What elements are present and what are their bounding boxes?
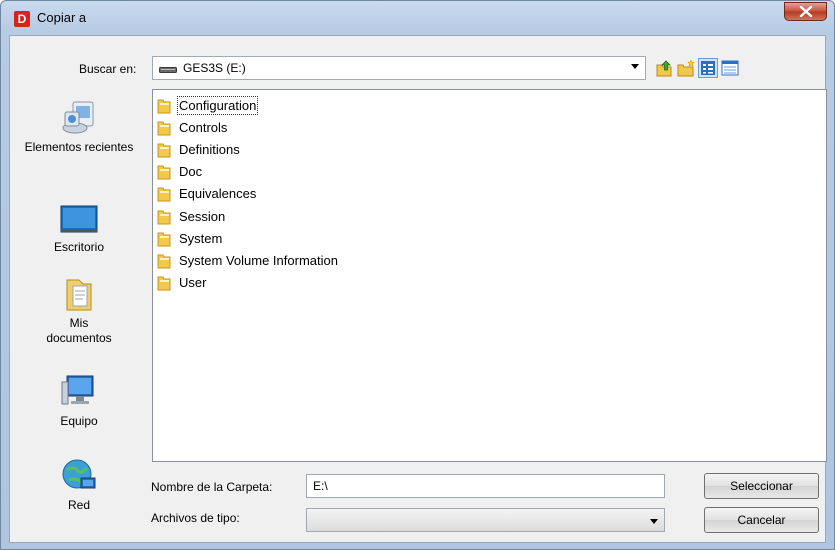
new-folder-icon [677, 59, 695, 77]
place-computer[interactable]: Equipo [10, 372, 148, 429]
folder-icon [157, 232, 171, 247]
up-folder-button[interactable] [654, 58, 674, 78]
list-item-label: Session [179, 209, 226, 224]
computer-icon [61, 375, 94, 405]
list-item-label: Controls [179, 120, 228, 135]
place-label: Equipo [60, 414, 98, 428]
details-view-button[interactable] [720, 58, 740, 78]
list-item-label: Definitions [179, 142, 240, 157]
chevron-down-icon [650, 519, 658, 524]
look-in-value: GES3S (E:) [183, 61, 246, 75]
list-item-label: System [179, 231, 223, 246]
list-item-label: System Volume Information [179, 253, 338, 268]
file-type-label: Archivos de tipo: [151, 511, 240, 525]
list-item-label: Doc [179, 164, 203, 179]
folder-icon [157, 210, 171, 225]
folder-list[interactable]: Configuration Controls Definitions Doc E… [152, 89, 827, 462]
place-label: Escritorio [53, 240, 104, 254]
place-network[interactable]: Red [10, 456, 148, 513]
up-folder-icon [656, 60, 672, 77]
folder-icon [157, 276, 171, 291]
title-bar[interactable]: D Copiar a [1, 1, 834, 35]
select-button[interactable]: Seleccionar [704, 473, 819, 499]
recent-items-icon [62, 101, 94, 134]
app-logo-icon: D [14, 11, 30, 27]
place-label: Elementos recientes [24, 140, 134, 154]
list-item-label: Equivalences [179, 186, 257, 201]
list-view-icon [701, 61, 715, 75]
folder-name-input[interactable]: E:\ [306, 474, 665, 498]
list-view-button[interactable] [698, 58, 718, 78]
window-title: Copiar a [37, 10, 87, 25]
new-folder-button[interactable] [676, 58, 696, 78]
drive-icon [159, 67, 177, 73]
details-view-icon [721, 60, 739, 76]
folder-icon [157, 121, 171, 136]
place-recent-items[interactable]: Elementos recientes [10, 98, 148, 155]
list-item-label: User [179, 275, 207, 290]
chevron-down-icon [631, 64, 639, 69]
network-icon [62, 459, 96, 489]
copy-to-dialog: D Copiar a Buscar en: GES3S (E:) Element… [0, 0, 835, 550]
file-type-combo[interactable] [306, 508, 665, 532]
list-item-label: Configuration [176, 96, 259, 115]
folder-icon [157, 165, 171, 180]
place-desktop[interactable]: Escritorio [10, 198, 148, 255]
places-bar: Elementos recientes Escritorio Mis docum… [10, 36, 148, 542]
folder-icon [157, 254, 171, 269]
folder-icon [157, 143, 171, 158]
place-label: Mis documentos [46, 316, 112, 345]
desktop-icon [60, 205, 98, 233]
folder-name-label: Nombre de la Carpeta: [151, 480, 273, 494]
close-icon [799, 6, 813, 17]
place-documents[interactable]: Mis documentos [10, 274, 148, 346]
close-button[interactable] [784, 2, 827, 21]
place-label: Red [67, 498, 90, 512]
cancel-button[interactable]: Cancelar [704, 507, 819, 533]
folder-icon [157, 187, 171, 202]
dialog-body: Buscar en: GES3S (E:) Elementos reciente… [9, 35, 827, 543]
look-in-combo[interactable]: GES3S (E:) [152, 56, 646, 80]
folder-icon [157, 99, 171, 114]
documents-icon [66, 279, 92, 311]
